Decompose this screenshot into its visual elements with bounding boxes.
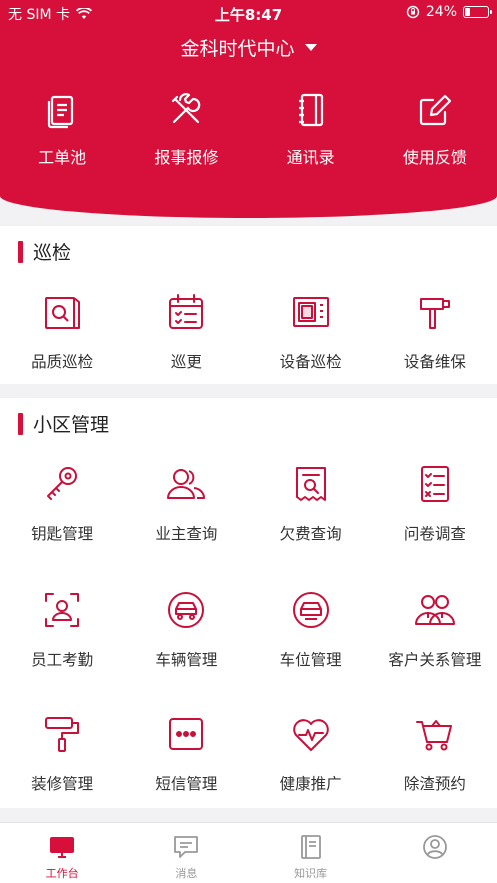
sms-icon [169,718,204,750]
document-list-icon [48,95,74,129]
quick-action-report-repair[interactable]: 报事报修 [124,90,248,168]
header: 无 SIM 卡 上午8:47 24% 金科时代中心 工单池 报事报修 通讯录 使… [0,0,497,218]
section-accent-bar [18,240,23,263]
quick-actions: 工单池 报事报修 通讯录 使用反馈 [0,90,497,168]
parking-icon [292,592,329,628]
quick-action-label: 报事报修 [154,148,219,167]
inspection-section: 巡检 品质巡检 巡更 设备巡检 设备维保 [0,226,497,384]
grid-item-label: 员工考勤 [31,651,94,669]
bill-search-icon [295,467,326,501]
quick-action-contacts[interactable]: 通讯录 [249,90,373,168]
status-right: 24% [406,4,492,20]
quick-action-feedback[interactable]: 使用反馈 [373,90,497,168]
grid-item-label: 品质巡检 [31,353,94,371]
community-grid-row: 钥匙管理 业主查询 欠费查询 问卷调查 [0,462,497,544]
profile-icon [422,835,447,859]
section-title: 小区管理 [18,410,109,437]
quick-action-work-order-pool[interactable]: 工单池 [0,90,124,168]
car-icon [168,592,205,628]
grid-item-label: 业主查询 [155,525,218,543]
caret-down-icon [304,44,317,51]
location-name: 金科时代中心 [180,38,295,60]
tab-label: 消息 [175,867,198,880]
arrears-query-item[interactable]: 欠费查询 [249,462,373,544]
tab-workbench[interactable]: 工作台 [0,823,124,883]
key-icon [47,467,78,500]
grid-item-label: 设备巡检 [279,353,342,371]
grid-item-label: 除渣预约 [403,775,466,793]
section-title-text: 小区管理 [33,414,110,436]
tab-label: 知识库 [294,867,328,880]
owner-query-item[interactable]: 业主查询 [124,462,248,544]
quality-inspection-icon [45,297,81,329]
battery-fill [465,8,470,16]
section-title: 巡检 [18,238,71,265]
cart-icon [415,720,452,751]
quick-action-label: 使用反馈 [402,148,467,167]
tab-knowledge-base[interactable]: 知识库 [249,823,373,883]
customer-relations-icon [414,595,455,625]
grid-item-label: 健康推广 [279,775,342,793]
inspection-grid: 品质巡检 巡更 设备巡检 设备维保 [0,290,497,372]
notebook-icon [298,93,323,127]
survey-item[interactable]: 问卷调查 [373,462,497,544]
key-management-item[interactable]: 钥匙管理 [0,462,124,544]
quick-action-label: 工单池 [38,148,87,167]
parking-management-item[interactable]: 车位管理 [249,588,373,670]
paint-roller-icon [45,717,80,752]
orientation-lock-icon [406,5,420,19]
staff-attendance-item[interactable]: 员工考勤 [0,588,124,670]
battery-percent: 24% [425,4,457,20]
battery-icon [463,6,492,18]
grid-item-label: 巡更 [170,353,202,371]
message-icon [174,836,199,858]
grid-item-label: 客户关系管理 [388,651,482,669]
face-scan-icon [45,593,80,627]
tab-profile[interactable] [373,823,497,883]
device-maintenance-item[interactable]: 设备维保 [373,290,497,372]
grid-item-label: 短信管理 [155,775,218,793]
status-bar: 无 SIM 卡 上午8:47 24% [0,0,497,26]
waste-removal-item[interactable]: 除渣预约 [373,712,497,794]
section-accent-bar [18,412,23,435]
crm-item[interactable]: 客户关系管理 [373,588,497,670]
grid-item-label: 问卷调查 [403,525,466,543]
grid-item-label: 钥匙管理 [31,525,94,543]
grid-item-label: 车位管理 [279,651,342,669]
edit-icon [419,94,451,126]
tools-icon [172,93,201,124]
book-icon [300,835,321,859]
tab-bar: 工作台 消息 知识库 [0,822,497,883]
monitor-icon [50,837,75,858]
community-grid-row: 装修管理 短信管理 健康推广 除渣预约 [0,712,497,794]
heart-pulse-icon [292,719,329,751]
owners-icon [167,469,206,499]
community-section: 小区管理 钥匙管理 业主查询 欠费查询 问卷调查 员工考勤 车辆管理 车位管理 … [0,398,497,808]
tab-label: 工作台 [45,867,79,880]
checklist-icon [420,466,449,502]
grid-item-label: 欠费查询 [279,525,342,543]
vehicle-management-item[interactable]: 车辆管理 [124,588,248,670]
grid-item-label: 设备维保 [403,353,466,371]
tab-messages[interactable]: 消息 [124,823,248,883]
health-promotion-item[interactable]: 健康推广 [249,712,373,794]
hammer-icon [419,298,450,329]
calendar-icon [169,294,204,329]
community-grid-row: 员工考勤 车辆管理 车位管理 客户关系管理 [0,588,497,670]
grid-item-label: 装修管理 [31,775,94,793]
grid-item-label: 车辆管理 [155,651,218,669]
section-title-text: 巡检 [33,242,72,264]
renovation-management-item[interactable]: 装修管理 [0,712,124,794]
location-selector[interactable]: 金科时代中心 [0,34,497,61]
sms-management-item[interactable]: 短信管理 [124,712,248,794]
patrol-item[interactable]: 巡更 [124,290,248,372]
app-screen: 无 SIM 卡 上午8:47 24% 金科时代中心 工单池 报事报修 通讯录 使… [0,0,497,883]
quick-action-label: 通讯录 [286,148,335,167]
quality-inspection-item[interactable]: 品质巡检 [0,290,124,372]
device-panel-icon [292,297,329,327]
device-inspection-item[interactable]: 设备巡检 [249,290,373,372]
